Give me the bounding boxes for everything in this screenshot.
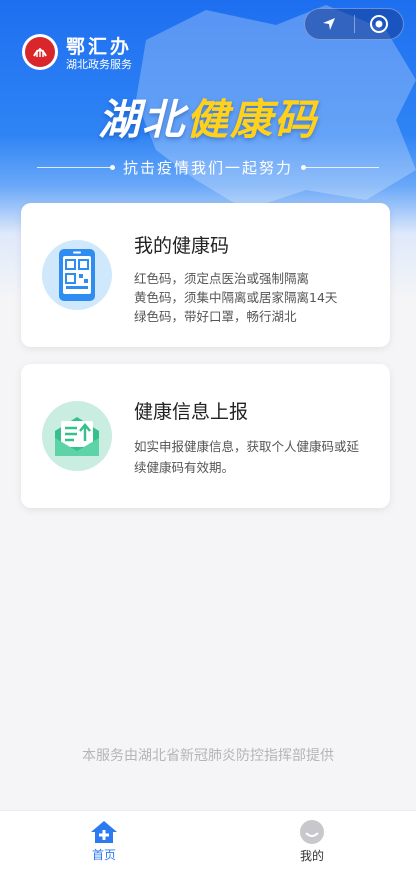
location-arrow-icon[interactable] [305,9,354,39]
card-title: 我的健康码 [134,235,230,257]
slogan-line-right [301,164,379,170]
hero-title-part1: 湖北 [97,95,186,144]
app-logo [22,34,58,70]
bottom-tabbar: 首页 我的 [0,810,416,872]
hero-title: 湖北健康码 [0,86,416,147]
brand-name: 鄂汇办 [66,36,133,58]
slogan-text: 抗击疫情我们一起努力 [122,158,293,177]
close-target-icon[interactable] [354,9,403,39]
card-description: 如实申报健康信息，获取个人健康码或延续健康码有效期。 [134,439,360,475]
red-code-rule: 红色码，须定点医治或强制隔离 [134,271,310,286]
my-health-code-card[interactable]: 我的健康码 红色码，须定点医治或强制隔离 黄色码，须集中隔离或居家隔离14天 绿… [21,203,390,347]
tab-home-label: 首页 [91,848,116,862]
miniprogram-capsule [304,8,404,40]
hero-title-part2: 健康码 [186,95,319,144]
user-face-icon [300,820,324,844]
report-envelope-icon [42,401,112,471]
tab-home[interactable]: 首页 [0,811,208,872]
brand-subtitle: 湖北政务服务 [66,58,132,71]
tab-mine[interactable]: 我的 [208,811,416,872]
slogan-row: 抗击疫情我们一起努力 [0,156,416,178]
qr-code-phone-icon [42,240,112,310]
health-report-card[interactable]: 健康信息上报 如实申报健康信息，获取个人健康码或延续健康码有效期。 [21,364,390,508]
yellow-code-rule: 黄色码，须集中隔离或居家隔离14天 [134,290,338,305]
green-code-rule: 绿色码，带好口罩，畅行湖北 [134,309,297,324]
home-icon [91,821,117,843]
service-provider-note: 本服务由湖北省新冠肺炎防控指挥部提供 [82,748,334,764]
slogan-line-left [36,164,115,170]
code-color-rules: 红色码，须定点医治或强制隔离 黄色码，须集中隔离或居家隔离14天 绿色码，带好口… [134,269,337,326]
card-title: 健康信息上报 [134,401,249,423]
tab-mine-label: 我的 [299,849,324,863]
